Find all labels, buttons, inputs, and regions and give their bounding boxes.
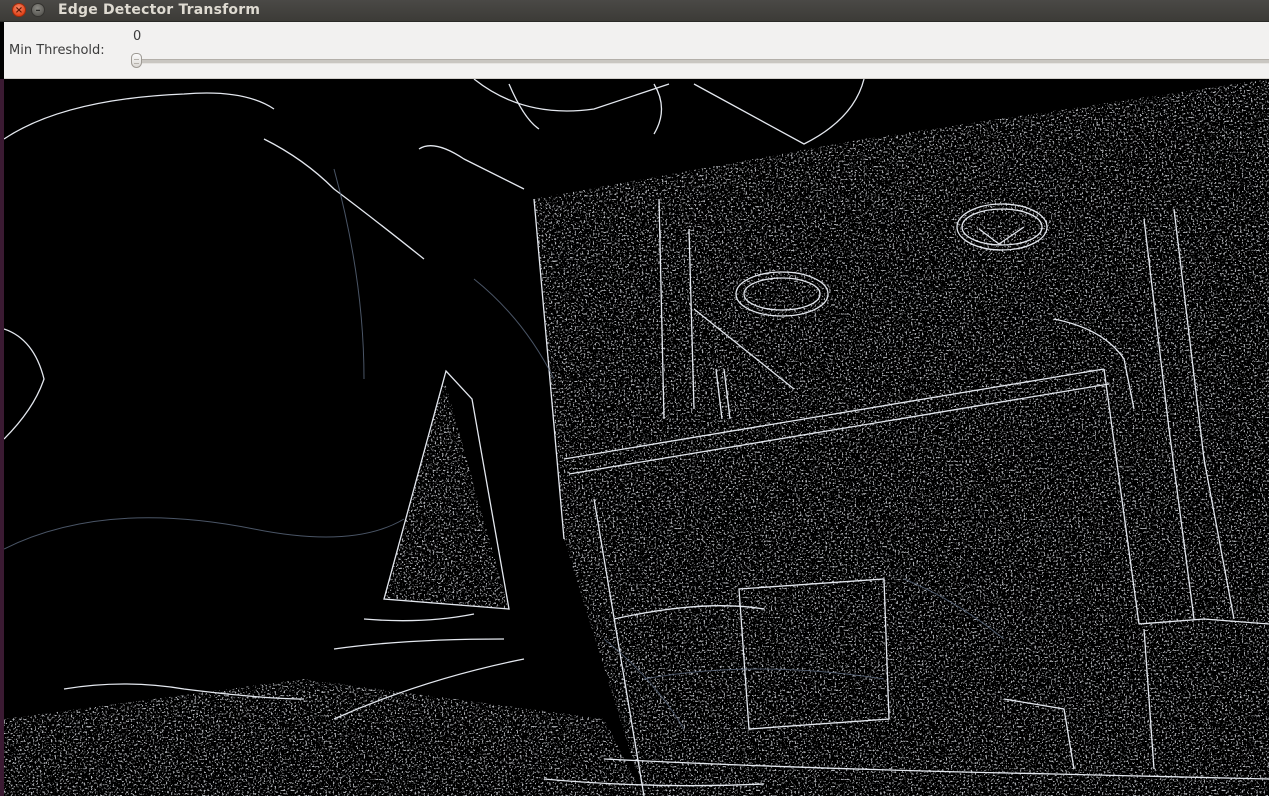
controls-panel: Min Threshold: 0 (4, 22, 1269, 79)
minimize-icon: – (35, 5, 41, 16)
minimize-button[interactable]: – (31, 3, 45, 17)
edge-image (4, 79, 1269, 796)
close-button[interactable]: × (12, 3, 26, 17)
min-threshold-slider-handle[interactable] (131, 53, 142, 68)
window-title: Edge Detector Transform (58, 2, 261, 18)
title-bar[interactable]: × – Edge Detector Transform (0, 0, 1269, 22)
edge-detector-window: × – Edge Detector Transform Min Threshol… (0, 0, 1269, 796)
min-threshold-slider-track[interactable] (132, 59, 1269, 64)
min-threshold-label: Min Threshold: (9, 43, 105, 58)
close-icon: × (14, 5, 24, 16)
edge-image-canvas (4, 79, 1269, 796)
min-threshold-value: 0 (133, 29, 142, 44)
